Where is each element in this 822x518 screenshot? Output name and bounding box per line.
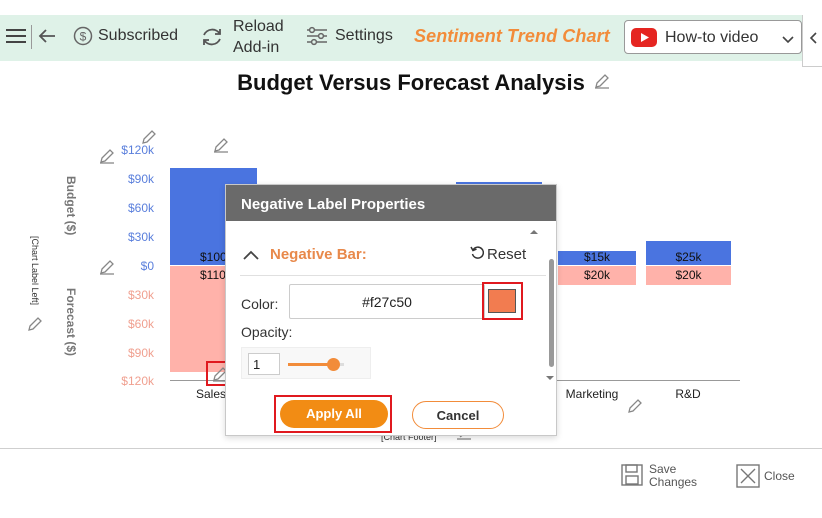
chart-title-text: Budget Versus Forecast Analysis [237, 70, 585, 95]
color-label: Color: [241, 296, 279, 312]
forecast-axis-label: Forecast ($) [64, 288, 78, 357]
chart-label-left: [Chart Label Left] [30, 236, 40, 306]
y-tick: $120k [121, 374, 154, 388]
chevron-left-icon [808, 31, 818, 49]
edit-zero-pencil-icon[interactable] [99, 259, 115, 275]
reload-icon[interactable] [200, 26, 224, 48]
divider [240, 275, 546, 276]
opacity-control: 1 [241, 347, 371, 379]
opacity-label: Opacity: [241, 324, 293, 340]
reload-label-line2: Add-in [233, 39, 280, 56]
close-label: Close [764, 469, 795, 483]
collapse-section-chevron-icon[interactable] [243, 248, 259, 266]
collapse-panel-button[interactable] [802, 15, 822, 67]
y-tick: $30k [127, 230, 154, 244]
settings-sliders-icon [306, 26, 328, 46]
how-to-video-button[interactable]: How-to video [624, 20, 802, 54]
budget-value-label: $25k [675, 250, 702, 264]
forecast-value-label: $20k [675, 268, 702, 282]
chart-title: Budget Versus Forecast Analysis [0, 70, 822, 96]
reset-icon [470, 245, 485, 263]
subscribed-button[interactable]: $ Subscribed [73, 26, 178, 46]
youtube-icon [631, 28, 657, 52]
forecast-value-label: $20k [583, 268, 611, 282]
scroll-down-icon[interactable] [545, 369, 555, 387]
color-swatch[interactable] [488, 289, 516, 313]
section-title: Negative Bar: [270, 246, 367, 263]
y-tick: $90k [127, 172, 154, 186]
app-root: $ Subscribed Reload Add-in Settings Sent… [0, 0, 822, 518]
app-title: Sentiment Trend Chart [414, 26, 610, 46]
chevron-down-icon [782, 32, 794, 50]
dialog-scroll-thumb[interactable] [549, 259, 554, 367]
color-hex-input[interactable]: #f27c50 [289, 284, 485, 319]
edit-left-label-pencil-icon[interactable] [27, 316, 43, 332]
edit-category-pencil-icon[interactable] [627, 398, 643, 414]
reset-label: Reset [487, 245, 527, 263]
menu-icon[interactable] [6, 27, 26, 45]
footer-divider [0, 448, 822, 449]
edit-title-pencil-icon[interactable] [594, 73, 610, 89]
scroll-up-icon[interactable] [529, 223, 539, 241]
opacity-slider-knob[interactable] [327, 358, 340, 371]
dialog-title: Negative Label Properties [226, 185, 556, 221]
y-tick: $120k [121, 143, 154, 157]
y-tick: $60k [127, 317, 154, 331]
video-label: How-to video [665, 29, 759, 46]
close-icon [736, 464, 760, 491]
cancel-button[interactable]: Cancel [412, 401, 504, 429]
edit-label-pencil-icon[interactable] [213, 137, 229, 153]
subscribed-label: Subscribed [98, 27, 179, 44]
settings-button[interactable]: Settings [306, 26, 393, 46]
svg-text:$: $ [80, 30, 87, 44]
y-tick: $30k [127, 288, 154, 302]
budget-value-label: $15k [583, 250, 611, 264]
apply-all-button[interactable]: Apply All [280, 400, 388, 428]
gridline-ticks [0, 437, 822, 447]
back-arrow-icon[interactable] [37, 26, 57, 46]
category-label-rd: R&D [675, 387, 701, 401]
negative-label-properties-dialog: Negative Label Properties Negative Bar: … [225, 184, 557, 436]
save-label-line2: Changes [649, 475, 698, 489]
y-tick: $0 [140, 259, 154, 273]
save-disk-icon [621, 464, 643, 489]
reset-button[interactable]: Reset [470, 245, 526, 263]
opacity-number-input[interactable]: 1 [248, 353, 280, 375]
budget-axis-label: Budget ($) [64, 176, 78, 236]
dollar-circle-icon: $ [73, 26, 93, 46]
y-tick: $60k [127, 201, 154, 215]
edit-budget-axis-pencil-icon[interactable] [99, 148, 115, 164]
reload-label-line1: Reload [233, 18, 284, 35]
toolbar-divider [31, 25, 32, 49]
category-label-marketing: Marketing [565, 387, 619, 401]
reload-addin-button[interactable]: Reload Add-in [233, 16, 284, 58]
y-tick: $90k [127, 346, 154, 360]
settings-label: Settings [335, 27, 393, 44]
